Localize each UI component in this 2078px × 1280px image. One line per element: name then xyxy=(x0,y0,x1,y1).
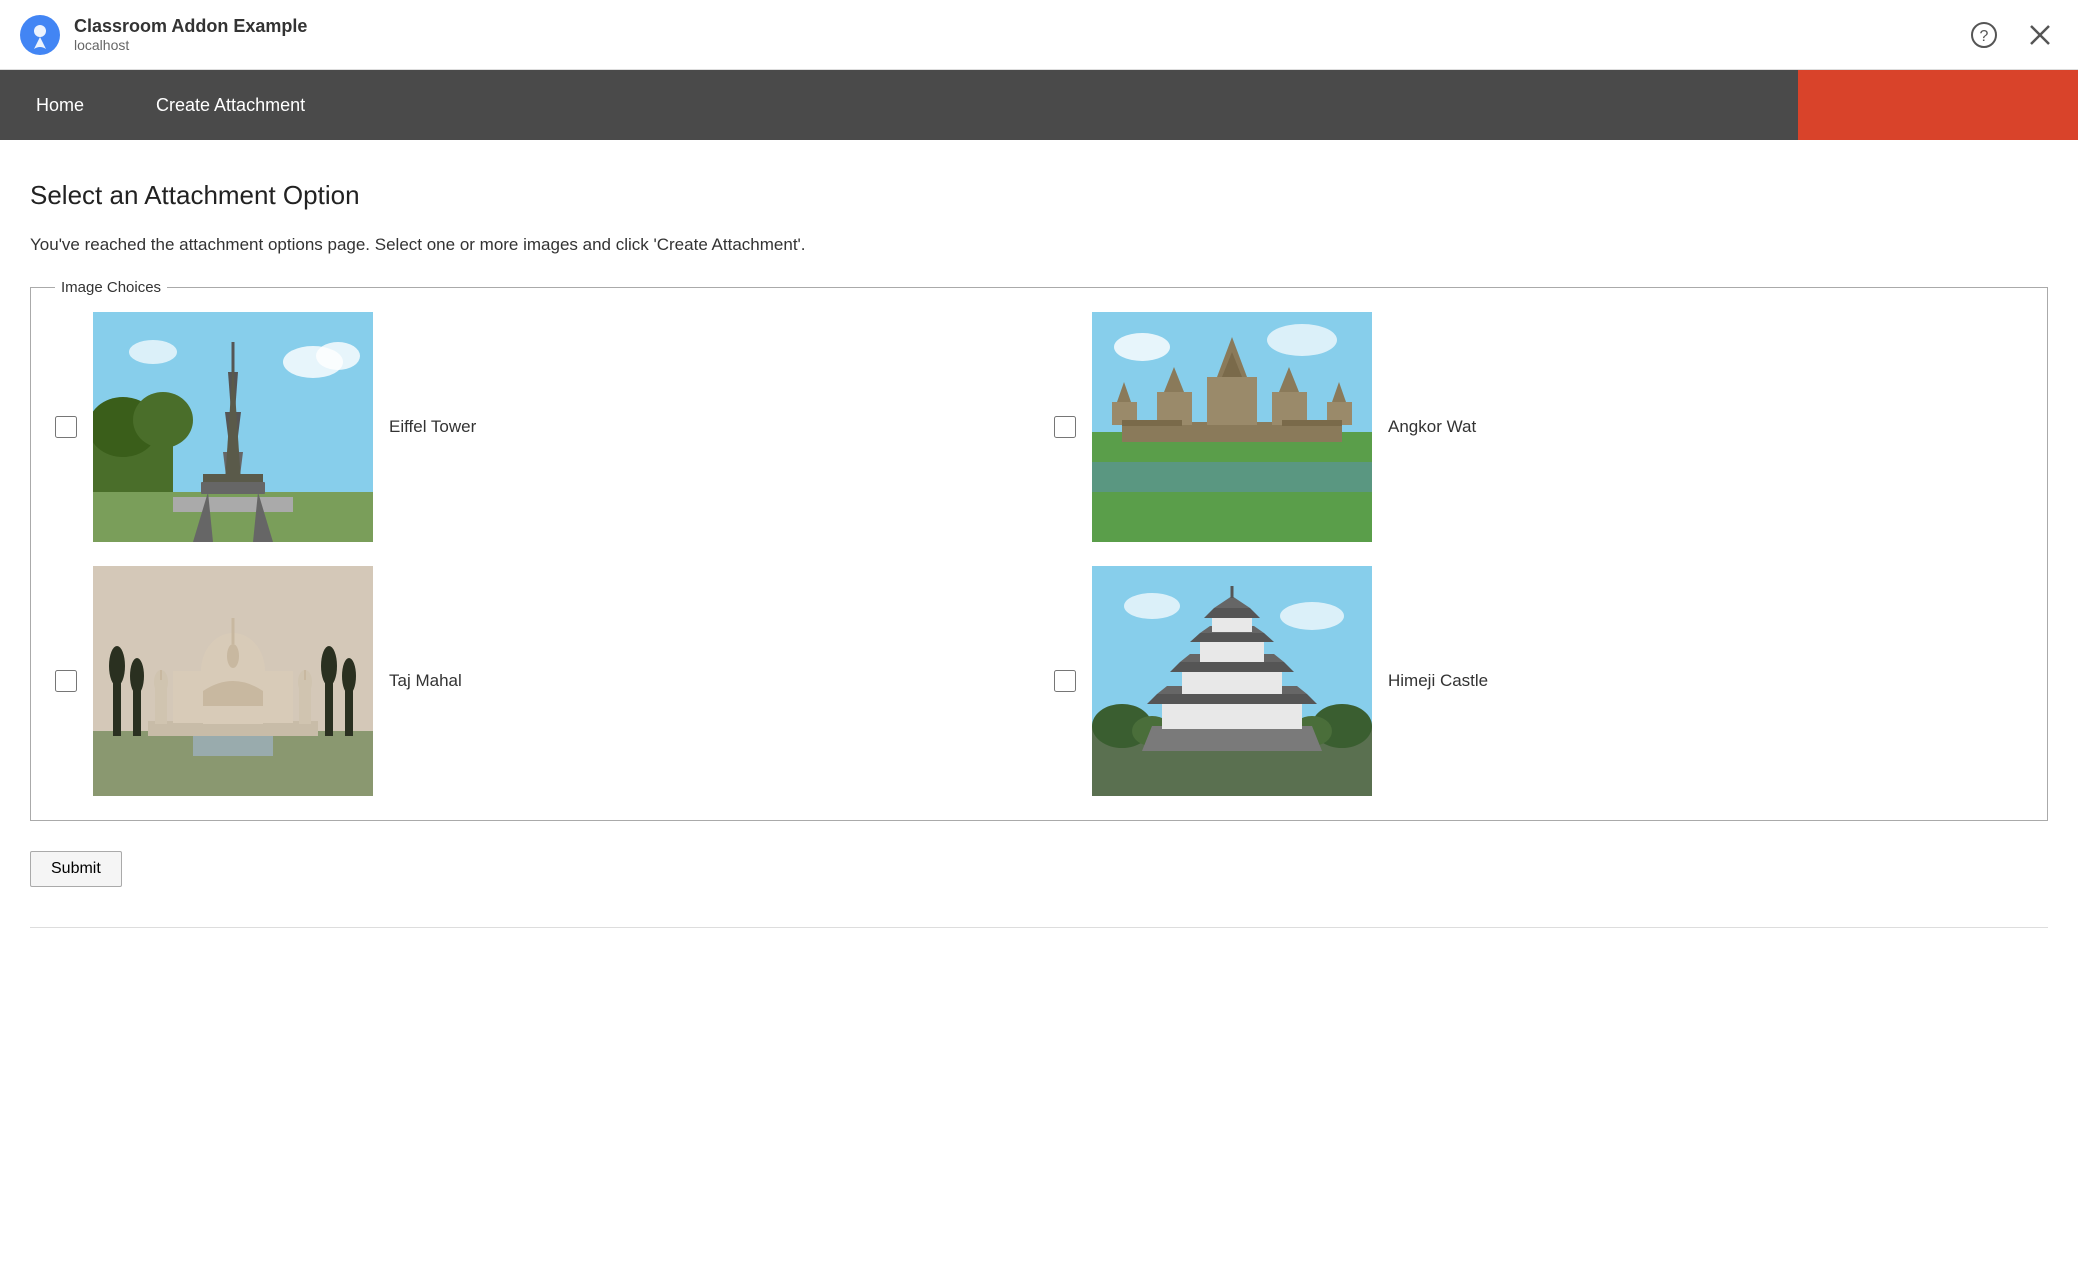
label-eiffel: Eiffel Tower xyxy=(389,417,476,437)
page-title: Select an Attachment Option xyxy=(30,180,2048,211)
app-logo-icon xyxy=(20,15,60,55)
nav-action-button[interactable] xyxy=(1798,70,2078,140)
checkbox-angkor[interactable] xyxy=(1054,416,1076,438)
image-himeji-castle xyxy=(1092,566,1372,796)
close-button[interactable] xyxy=(2022,17,2058,53)
label-angkor: Angkor Wat xyxy=(1388,417,1476,437)
nav-home[interactable]: Home xyxy=(0,70,120,140)
fieldset-legend: Image Choices xyxy=(55,279,167,296)
title-info: Classroom Addon Example localhost xyxy=(74,16,307,53)
title-bar-right: ? xyxy=(1966,17,2058,53)
checkbox-eiffel[interactable] xyxy=(55,416,77,438)
image-choices-fieldset: Image Choices xyxy=(30,279,2048,821)
main-content: Select an Attachment Option You've reach… xyxy=(0,140,2078,968)
image-item-taj: Taj Mahal xyxy=(55,566,1024,796)
image-eiffel-tower xyxy=(93,312,373,542)
title-bar-left: Classroom Addon Example localhost xyxy=(20,15,307,55)
nav-bar: Home Create Attachment xyxy=(0,70,2078,140)
app-title: Classroom Addon Example xyxy=(74,16,307,37)
svg-text:?: ? xyxy=(1980,28,1989,45)
label-himeji: Himeji Castle xyxy=(1388,671,1488,691)
bottom-divider xyxy=(30,927,2048,928)
image-grid: Eiffel Tower xyxy=(55,312,2023,796)
checkbox-himeji[interactable] xyxy=(1054,670,1076,692)
help-button[interactable]: ? xyxy=(1966,17,2002,53)
app-subtitle: localhost xyxy=(74,37,307,53)
image-taj-mahal xyxy=(93,566,373,796)
description-text: You've reached the attachment options pa… xyxy=(30,235,2048,255)
submit-button[interactable]: Submit xyxy=(30,851,122,887)
image-item-himeji: Himeji Castle xyxy=(1054,566,2023,796)
image-item-eiffel: Eiffel Tower xyxy=(55,312,1024,542)
image-item-angkor: Angkor Wat xyxy=(1054,312,2023,542)
nav-create-attachment[interactable]: Create Attachment xyxy=(120,70,341,140)
label-taj: Taj Mahal xyxy=(389,671,462,691)
image-angkor-wat xyxy=(1092,312,1372,542)
title-bar: Classroom Addon Example localhost ? xyxy=(0,0,2078,70)
checkbox-taj[interactable] xyxy=(55,670,77,692)
